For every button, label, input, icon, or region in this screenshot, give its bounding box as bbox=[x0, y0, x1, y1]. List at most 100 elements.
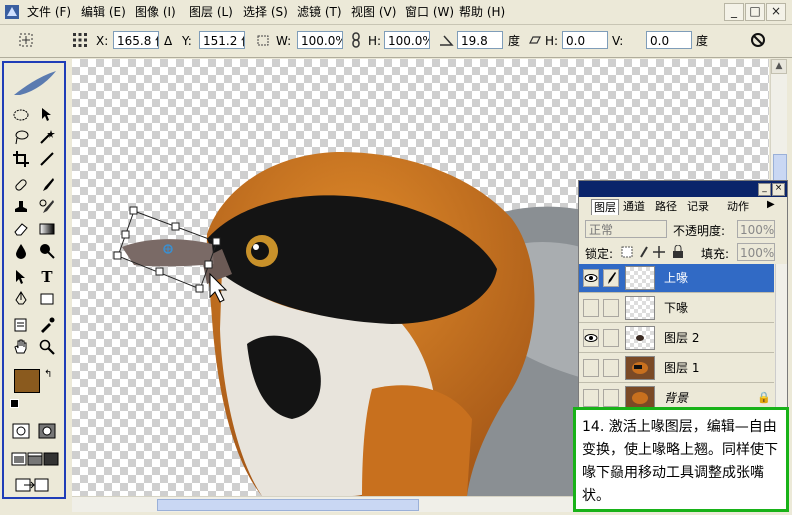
menu-edit[interactable]: 编辑 (E) bbox=[81, 4, 126, 20]
layer-link-toggle[interactable] bbox=[603, 389, 619, 407]
menu-layer[interactable]: 图层 (L) bbox=[189, 4, 233, 20]
jump-to-imageready-icon[interactable] bbox=[12, 475, 52, 495]
feather-logo-icon[interactable] bbox=[10, 69, 58, 99]
layer-link-toggle[interactable] bbox=[603, 359, 619, 377]
layer-row-layer-1[interactable]: 图层 1 bbox=[579, 354, 774, 383]
layer-name[interactable]: 下喙 bbox=[664, 301, 688, 315]
tab-actions[interactable]: 动作 bbox=[727, 199, 749, 214]
panel-menu-icon[interactable]: ▶ bbox=[767, 199, 775, 210]
magic-wand-tool-icon[interactable] bbox=[36, 127, 58, 147]
visibility-toggle[interactable] bbox=[583, 389, 599, 407]
layer-row-lower-beak[interactable]: 下喙 bbox=[579, 294, 774, 323]
fill-label: 填充: bbox=[701, 247, 730, 261]
vskew-label: V: bbox=[612, 34, 624, 48]
layer-link-toggle[interactable] bbox=[603, 329, 619, 347]
blend-mode-select[interactable]: 正常 bbox=[585, 220, 667, 238]
visibility-toggle[interactable] bbox=[583, 299, 599, 317]
path-selection-tool-icon[interactable] bbox=[10, 267, 32, 287]
layers-scrollbar[interactable] bbox=[775, 264, 787, 412]
gradient-tool-icon[interactable] bbox=[36, 219, 58, 239]
vertical-scroll-thumb[interactable] bbox=[773, 154, 787, 182]
layer-row-layer-2[interactable]: 图层 2 bbox=[579, 324, 774, 353]
layer-name[interactable]: 图层 2 bbox=[664, 331, 699, 345]
skew-icon bbox=[529, 36, 541, 44]
dodge-tool-icon[interactable] bbox=[36, 241, 58, 261]
crop-tool-icon[interactable] bbox=[10, 149, 32, 169]
blur-tool-icon[interactable] bbox=[10, 241, 32, 261]
clone-stamp-tool-icon[interactable] bbox=[10, 197, 32, 217]
tab-channels[interactable]: 通道 bbox=[623, 199, 645, 214]
layer-name[interactable]: 背景 bbox=[664, 391, 688, 405]
zoom-tool-icon[interactable] bbox=[36, 337, 58, 357]
menu-view[interactable]: 视图 (V) bbox=[351, 4, 396, 20]
transform-tool-icon[interactable] bbox=[18, 32, 34, 48]
layer-name[interactable]: 图层 1 bbox=[664, 361, 699, 375]
eyedropper-tool-icon[interactable] bbox=[36, 315, 58, 335]
lock-label: 锁定: bbox=[585, 247, 614, 261]
minimize-button[interactable]: _ bbox=[724, 3, 744, 21]
move-tool-icon[interactable] bbox=[36, 105, 58, 125]
horizontal-scroll-thumb[interactable] bbox=[157, 499, 419, 511]
standard-mode-icon[interactable] bbox=[10, 421, 32, 441]
marquee-tool-icon[interactable] bbox=[10, 105, 32, 125]
brush-tool-icon[interactable] bbox=[36, 175, 58, 195]
layer-link-toggle[interactable] bbox=[603, 299, 619, 317]
h-field[interactable]: 100.0% bbox=[384, 31, 430, 49]
visibility-toggle[interactable] bbox=[583, 359, 599, 377]
swap-colors-icon[interactable]: ↰ bbox=[44, 369, 52, 380]
visibility-eye-icon[interactable] bbox=[583, 269, 599, 287]
hand-tool-icon[interactable] bbox=[10, 337, 32, 357]
fill-field[interactable]: 100% bbox=[737, 243, 775, 261]
menu-filter[interactable]: 滤镜 (T) bbox=[297, 4, 342, 20]
hskew-label: H: bbox=[545, 34, 559, 48]
quick-mask-mode-icon[interactable] bbox=[36, 421, 58, 441]
reference-point-icon[interactable] bbox=[72, 32, 88, 48]
scroll-up-button[interactable]: ▲ bbox=[771, 59, 787, 74]
layer-row-upper-beak[interactable]: 上喙 bbox=[579, 264, 774, 293]
tab-layers[interactable]: 图层 bbox=[591, 199, 619, 215]
default-colors-icon[interactable] bbox=[10, 399, 19, 408]
foreground-color-swatch[interactable] bbox=[14, 369, 40, 393]
slice-tool-icon[interactable] bbox=[36, 149, 58, 169]
tab-paths[interactable]: 路径 bbox=[655, 199, 677, 214]
shape-tool-icon[interactable] bbox=[36, 289, 58, 309]
layer-thumbnail bbox=[625, 356, 655, 380]
angle-field[interactable]: 19.8 bbox=[457, 31, 503, 49]
healing-brush-tool-icon[interactable] bbox=[10, 175, 32, 195]
hskew-field[interactable]: 0.0 bbox=[562, 31, 608, 49]
cancel-transform-icon[interactable] bbox=[750, 32, 766, 48]
notes-tool-icon[interactable] bbox=[10, 315, 32, 335]
link-icon[interactable] bbox=[348, 32, 364, 48]
pen-tool-icon[interactable] bbox=[10, 289, 32, 309]
menu-image[interactable]: 图像 (I) bbox=[135, 4, 176, 20]
opacity-field[interactable]: 100% bbox=[737, 220, 775, 238]
eraser-tool-icon[interactable] bbox=[10, 219, 32, 239]
angle-unit: 度 bbox=[508, 34, 521, 48]
vskew-field[interactable]: 0.0 bbox=[646, 31, 692, 49]
panel-minimize-button[interactable]: _ bbox=[758, 183, 771, 196]
layer-brush-icon[interactable] bbox=[603, 269, 619, 287]
lock-options-icon[interactable] bbox=[621, 245, 689, 259]
y-field[interactable]: 151.2 像 bbox=[199, 31, 245, 49]
close-button[interactable]: × bbox=[766, 3, 786, 21]
menu-file[interactable]: 文件 (F) bbox=[27, 4, 71, 20]
x-field[interactable]: 165.8 像 bbox=[113, 31, 159, 49]
full-screen-mode-icon[interactable] bbox=[40, 449, 62, 469]
photoshop-app-icon[interactable] bbox=[4, 4, 20, 20]
lasso-tool-icon[interactable] bbox=[10, 127, 32, 147]
type-tool-icon[interactable]: T bbox=[36, 267, 58, 287]
delta-icon: Δ bbox=[164, 34, 173, 48]
panel-close-button[interactable]: × bbox=[772, 183, 785, 196]
rotate-angle-icon bbox=[440, 35, 454, 46]
restore-button[interactable]: □ bbox=[745, 3, 765, 21]
menu-select[interactable]: 选择 (S) bbox=[243, 4, 288, 20]
options-bar: X: 165.8 像 Δ Y: 151.2 像 W: 100.0% H: 100… bbox=[0, 25, 792, 58]
tab-history[interactable]: 记录 bbox=[687, 199, 709, 214]
menu-help[interactable]: 帮助 (H) bbox=[459, 4, 505, 20]
layer-name[interactable]: 上喙 bbox=[664, 271, 688, 285]
history-brush-tool-icon[interactable] bbox=[36, 197, 58, 217]
visibility-eye-icon[interactable] bbox=[583, 329, 599, 347]
menu-window[interactable]: 窗口 (W) bbox=[405, 4, 454, 20]
layers-panel-titlebar[interactable]: _ × bbox=[579, 181, 787, 197]
w-field[interactable]: 100.0% bbox=[297, 31, 343, 49]
